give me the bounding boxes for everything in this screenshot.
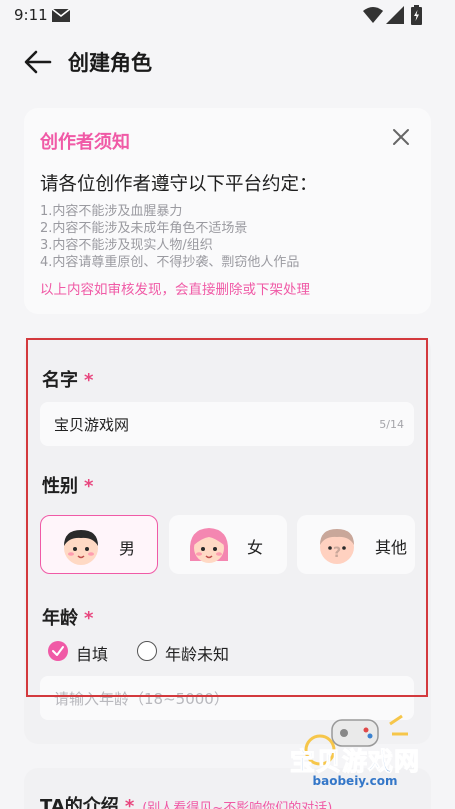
required-mark: * [84,608,94,629]
gender-option-other[interactable]: ? 其他 [297,515,415,574]
name-char-counter: 5/14 [379,418,404,431]
age-input-placeholder: 请输入年龄（18~5000） [54,690,229,708]
notice-heading: 请各位创作者遵守以下平台约定： [40,174,318,195]
intro-hint: (别人看得见~不影响你们的对话) [142,801,333,809]
girl-avatar-icon [189,528,229,563]
name-label-text: 名字 [42,370,78,391]
age-option-unknown-label: 年龄未知 [165,645,230,664]
intro-label-text: TA的介绍 [40,796,119,809]
age-option-custom[interactable]: 自填 [48,640,118,664]
creator-notice-card: 创作者须知 请各位创作者遵守以下平台约定： 1.内容不能涉及血腥暴力 2.内容不… [24,108,431,314]
name-label: 名字 * [42,366,93,392]
intro-label: TA的介绍 * (别人看得见~不影响你们的对话) [40,792,332,809]
required-mark: * [84,370,94,391]
required-mark: * [84,476,94,497]
notice-title: 创作者须知 [40,132,130,153]
svg-text:?: ? [333,545,341,561]
notice-warning: 以上内容如审核发现，会直接删除或下架处理 [40,282,310,298]
wifi-icon [363,7,383,23]
age-label-text: 年龄 [42,608,78,629]
gender-option-male[interactable]: 男 [40,515,158,574]
app-bar: 创建角色 [0,38,455,86]
notice-rule: 4.内容请尊重原创、不得抄袭、剽窃他人作品 [40,255,300,270]
page-title: 创建角色 [68,51,152,75]
gender-label-text: 性别 [42,476,78,497]
battery-icon [411,5,422,25]
age-label: 年龄 * [42,604,93,630]
watermark-text: 宝贝游戏网 [289,747,420,777]
watermark: 宝贝游戏网 baobeiy.com [280,712,430,788]
boy-avatar-icon [64,530,98,565]
required-mark: * [124,796,135,809]
radio-checked-icon[interactable] [48,641,68,661]
gender-other-label: 其他 [375,538,408,557]
gender-label: 性别 * [42,472,93,498]
cellular-icon [386,6,404,24]
arrow-left-icon[interactable] [22,48,56,76]
close-icon[interactable] [390,126,412,148]
status-time: 9:11 [14,6,48,24]
gender-male-label: 男 [119,539,136,558]
name-input[interactable]: 宝贝游戏网 5/14 [40,402,414,446]
watermark-url: baobeiy.com [312,774,398,788]
gender-female-label: 女 [247,538,264,557]
radio-unchecked-icon[interactable] [137,641,157,661]
age-option-unknown[interactable]: 年龄未知 [137,640,247,664]
gender-option-female[interactable]: 女 [169,515,287,574]
mail-icon [52,9,70,22]
status-bar: 9:11 [0,0,455,32]
name-value[interactable]: 宝贝游戏网 [54,414,129,435]
age-option-custom-label: 自填 [76,645,109,664]
unknown-avatar-icon: ? [320,529,354,564]
